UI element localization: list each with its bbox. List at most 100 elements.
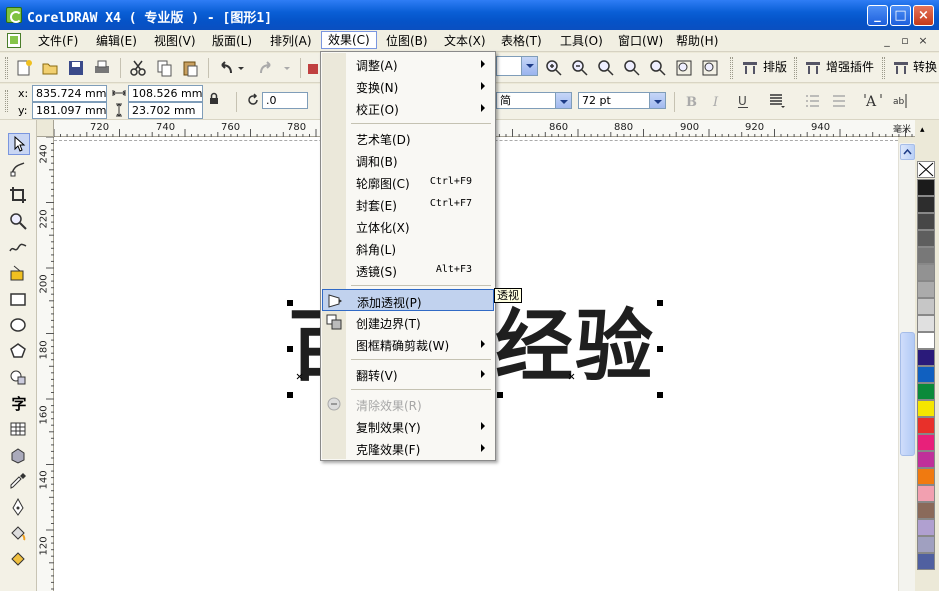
color-swatch[interactable] [917,281,935,298]
text-align-icon[interactable] [768,92,786,110]
menu-bitmaps[interactable]: 位图(B) [380,32,434,50]
save-icon[interactable] [66,58,86,78]
basic-shapes-tool[interactable] [8,367,30,389]
height-field[interactable]: 23.702 mm [128,102,203,119]
menu-layout[interactable]: 版面(L) [206,32,258,50]
print-icon[interactable] [92,58,112,78]
vertical-scrollbar[interactable] [898,143,915,591]
color-swatch[interactable] [917,434,935,451]
convert-button[interactable]: 转换 [913,58,937,75]
menu-item-correction[interactable]: 校正(O) [322,97,494,119]
menu-item-blend[interactable]: 调和(B) [322,149,494,171]
scroll-thumb[interactable] [900,332,915,456]
color-swatch[interactable] [917,366,935,383]
close-button[interactable]: × [913,5,934,26]
selection-handle[interactable] [497,392,503,398]
color-swatch[interactable] [917,468,935,485]
zoom-in-icon[interactable] [544,58,564,78]
interactive-blend-tool[interactable] [8,445,30,467]
layout-icon[interactable] [740,58,760,78]
toolbar-grip[interactable] [5,57,8,79]
selection-handle[interactable] [287,346,293,352]
interactive-fill-tool[interactable] [8,549,30,571]
menu-arrange[interactable]: 排列(A) [264,32,318,50]
toolbar-grip[interactable] [730,57,733,79]
maximize-button[interactable]: □ [890,5,911,26]
menu-item-bevel[interactable]: 斜角(L) [322,237,494,259]
open-icon[interactable] [40,58,60,78]
drop-cap-icon[interactable] [831,93,847,109]
menu-item-add-perspective[interactable]: 添加透视(P) [322,289,494,311]
menu-item-contour[interactable]: 轮廓图(C) Ctrl+F9 [322,171,494,193]
mdi-minimize-button[interactable]: _ [879,33,895,49]
palette-scroll-up-icon[interactable]: ▴ [920,125,925,135]
pick-tool[interactable] [8,133,30,155]
zoom-tool[interactable] [8,211,30,233]
new-document-icon[interactable] [14,58,34,78]
convert-icon[interactable] [891,58,911,78]
color-swatch[interactable] [917,451,935,468]
chevron-down-icon[interactable] [521,57,537,75]
color-swatch[interactable] [917,553,935,570]
no-color-swatch[interactable] [917,161,935,178]
zoom-height-icon[interactable] [700,58,720,78]
menu-tools[interactable]: 工具(O) [554,32,609,50]
minimize-button[interactable]: _ [867,5,888,26]
plugin-icon[interactable] [803,58,823,78]
zoom-level-select[interactable] [496,56,538,76]
bold-icon[interactable]: B [683,93,699,109]
color-swatch[interactable] [917,536,935,553]
menu-view[interactable]: 视图(V) [148,32,202,50]
color-swatch[interactable] [917,196,935,213]
menu-window[interactable]: 窗口(W) [612,32,669,50]
menu-item-artistic-media[interactable]: 艺术笔(D) [322,127,494,149]
chevron-down-icon[interactable] [555,93,571,108]
redo-dropdown-icon[interactable] [282,58,292,78]
menu-item-create-boundary[interactable]: 创建边界(T) [322,311,494,333]
ellipse-tool[interactable] [8,315,30,337]
font-size-select[interactable]: 72 pt [578,92,666,109]
menu-item-copy-effect[interactable]: 复制效果(Y) [322,415,494,437]
rectangle-tool[interactable] [8,289,30,311]
crop-tool[interactable] [8,185,30,207]
plugin-button[interactable]: 增强插件 [826,58,874,75]
underline-icon[interactable]: U [735,93,751,109]
undo-icon[interactable] [216,58,236,78]
freehand-tool[interactable] [8,237,30,259]
paste-icon[interactable] [180,58,200,78]
menu-item-powerclip[interactable]: 图框精确剪裁(W) [322,333,494,355]
color-swatch[interactable] [917,213,935,230]
color-swatch[interactable] [917,332,935,349]
toolbar-grip[interactable] [882,57,885,79]
menu-edit[interactable]: 编辑(E) [90,32,143,50]
width-field[interactable]: 108.526 mm [128,85,203,102]
layout-button[interactable]: 排版 [763,58,787,75]
color-swatch[interactable] [917,298,935,315]
menu-text[interactable]: 文本(X) [438,32,492,50]
shape-tool[interactable] [8,159,30,181]
color-swatch[interactable] [917,519,935,536]
undo-dropdown-icon[interactable] [236,58,246,78]
zoom-all-icon[interactable] [622,58,642,78]
zoom-selected-icon[interactable] [596,58,616,78]
cut-icon[interactable] [128,58,148,78]
zoom-page-icon[interactable] [648,58,668,78]
canvas-text-right[interactable]: 经验 [495,302,655,392]
color-swatch[interactable] [917,179,935,196]
menu-effects[interactable]: 效果(C) [321,31,377,49]
toolbar-grip[interactable] [794,57,797,79]
color-swatch[interactable] [917,485,935,502]
color-swatch[interactable] [917,502,935,519]
text-orientation-icon[interactable]: ab [892,92,910,110]
x-position-field[interactable]: 835.724 mm [32,85,107,102]
toolbar-grip[interactable] [5,90,8,112]
menu-file[interactable]: 文件(F) [32,32,84,50]
menu-item-transform[interactable]: 变换(N) [322,75,494,97]
rotation-angle-field[interactable]: .0 [262,92,308,109]
text-tool[interactable]: 字 [8,393,30,415]
font-family-select[interactable]: 简 [496,92,572,109]
fill-tool[interactable] [8,523,30,545]
redo-icon[interactable] [256,58,276,78]
color-swatch[interactable] [917,315,935,332]
ruler-origin[interactable] [37,120,54,137]
